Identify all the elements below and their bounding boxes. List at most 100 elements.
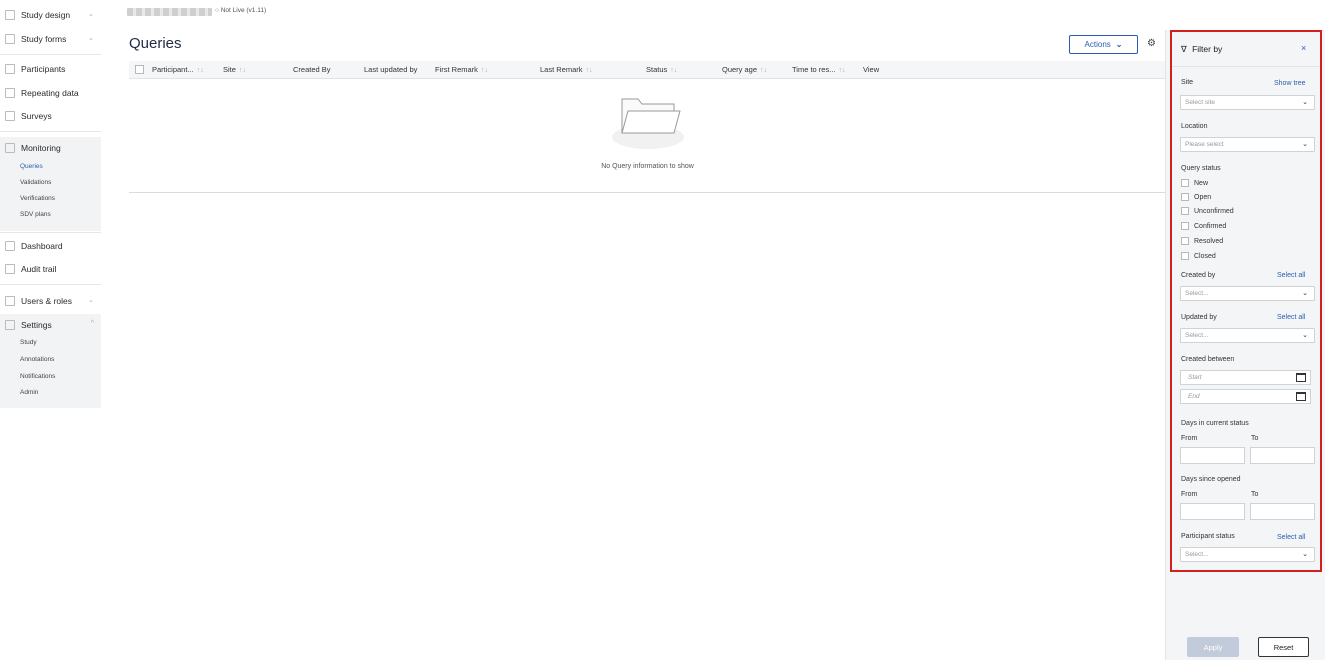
chevron-down-icon: ⌄ <box>1302 290 1308 297</box>
column-header-status[interactable]: Status ↑↓ <box>646 65 677 74</box>
sidebar-item-dashboard[interactable]: Dashboard <box>0 235 101 257</box>
status-option-closed[interactable]: Closed <box>1181 252 1216 260</box>
sidebar-subitem-verifications[interactable]: Verifications <box>20 195 55 202</box>
site-select-placeholder: Select site <box>1185 99 1215 106</box>
column-header-last-remark[interactable]: Last Remark ↑↓ <box>540 65 593 74</box>
chevron-down-icon: ⌄ <box>1115 40 1123 49</box>
checkbox[interactable] <box>1181 222 1189 230</box>
days-opened-to-input[interactable] <box>1250 503 1315 520</box>
start-date-input[interactable]: Start <box>1180 370 1311 385</box>
checkbox[interactable] <box>1181 193 1189 201</box>
days-opened-from-input[interactable] <box>1180 503 1245 520</box>
status-option-unconfirmed[interactable]: Unconfirmed <box>1181 207 1234 215</box>
column-header-view[interactable]: View <box>863 65 879 74</box>
column-label: Query age <box>722 65 758 74</box>
updated-by-select[interactable]: Select... ⌄ <box>1180 328 1315 343</box>
chevron-down-icon: ⌄ <box>88 297 94 304</box>
study-status: ○ Not Live (v1.11) <box>215 7 267 14</box>
participant-status-label: Participant status <box>1181 533 1235 540</box>
actions-label: Actions <box>1084 40 1111 49</box>
select-all-checkbox[interactable] <box>135 65 144 74</box>
sidebar-item-monitoring[interactable]: Monitoring <box>0 137 101 159</box>
days-current-from-input[interactable] <box>1180 447 1245 464</box>
sidebar-subitem-study[interactable]: Study <box>20 339 37 346</box>
sidebar-item-study-design[interactable]: Study design ⌄ <box>0 4 101 26</box>
sidebar-item-label: Settings <box>21 320 52 330</box>
sidebar-item-settings[interactable]: Settings ^ <box>0 314 101 336</box>
days-current-to-input[interactable] <box>1250 447 1315 464</box>
checkbox[interactable] <box>1181 207 1189 215</box>
checkbox[interactable] <box>1181 237 1189 245</box>
sidebar-item-users-roles[interactable]: Users & roles ⌄ <box>0 290 101 312</box>
reset-button[interactable]: Reset <box>1258 637 1309 657</box>
updated-by-select-all-link[interactable]: Select all <box>1277 314 1305 321</box>
dashboard-icon <box>5 241 15 251</box>
days-current-from-label: From <box>1181 435 1198 442</box>
query-status-label: Query status <box>1181 165 1221 172</box>
checkbox[interactable] <box>1181 179 1189 187</box>
column-header-time-to-resolve[interactable]: Time to res... ↑↓ <box>792 65 845 74</box>
checkbox[interactable] <box>1181 252 1189 260</box>
sidebar-subitem-annotations[interactable]: Annotations <box>20 356 54 363</box>
created-by-select[interactable]: Select... ⌄ <box>1180 286 1315 301</box>
sort-icon[interactable]: ↑↓ <box>586 67 593 74</box>
show-tree-link[interactable]: Show tree <box>1274 80 1306 87</box>
apply-button[interactable]: Apply <box>1187 637 1239 657</box>
sidebar-item-label: Participants <box>21 64 66 74</box>
sidebar-subitem-notifications[interactable]: Notifications <box>20 373 55 380</box>
sort-icon[interactable]: ↑↓ <box>760 67 767 74</box>
status-option-new[interactable]: New <box>1181 179 1208 187</box>
sort-icon[interactable]: ↑↓ <box>838 67 845 74</box>
sidebar-subitem-admin[interactable]: Admin <box>20 389 38 396</box>
sort-icon[interactable]: ↑↓ <box>670 67 677 74</box>
sidebar-item-audit-trail[interactable]: Audit trail <box>0 258 101 280</box>
sidebar-subitem-validations[interactable]: Validations <box>20 179 51 186</box>
column-label: Status <box>646 65 668 74</box>
audit-trail-icon <box>5 264 15 274</box>
gear-icon[interactable]: ⚙ <box>1147 38 1156 49</box>
column-header-last-updated-by[interactable]: Last updated by <box>364 65 417 74</box>
column-label: View <box>863 65 880 74</box>
column-header-site[interactable]: Site ↑↓ <box>223 65 246 74</box>
sidebar-subitem-sdv-plans[interactable]: SDV plans <box>20 211 51 218</box>
calendar-icon[interactable] <box>1296 373 1306 382</box>
sort-icon[interactable]: ↑↓ <box>239 67 246 74</box>
filter-title-text: Filter by <box>1192 44 1223 54</box>
end-date-input[interactable]: End <box>1180 389 1311 404</box>
sidebar-item-label: Audit trail <box>21 264 57 274</box>
sort-icon[interactable]: ↑↓ <box>481 67 488 74</box>
checkbox-label: Unconfirmed <box>1194 207 1234 215</box>
status-option-open[interactable]: Open <box>1181 193 1211 201</box>
column-label: Last updated by <box>364 65 418 74</box>
column-header-query-age[interactable]: Query age ↑↓ <box>722 65 767 74</box>
checkbox-label: Closed <box>1194 252 1216 260</box>
calendar-icon[interactable] <box>1296 392 1306 401</box>
days-opened-from-label: From <box>1181 491 1198 498</box>
sidebar-item-participants[interactable]: Participants <box>0 58 101 80</box>
sidebar-item-surveys[interactable]: Surveys <box>0 105 101 127</box>
column-label: Time to res... <box>792 65 836 74</box>
location-select-placeholder: Please select <box>1185 141 1224 148</box>
sidebar-subitem-queries[interactable]: Queries <box>20 163 43 170</box>
site-select[interactable]: Select site ⌄ <box>1180 95 1315 110</box>
participant-status-select[interactable]: Select... ⌄ <box>1180 547 1315 562</box>
created-by-select-all-link[interactable]: Select all <box>1277 272 1305 279</box>
days-current-to-label: To <box>1251 435 1259 442</box>
actions-button[interactable]: Actions ⌄ <box>1069 35 1138 54</box>
sidebar-item-repeating-data[interactable]: Repeating data <box>0 82 101 104</box>
days-opened-to-label: To <box>1251 491 1259 498</box>
sidebar-item-study-forms[interactable]: Study forms ⌄ <box>0 28 101 50</box>
chevron-down-icon: ⌄ <box>1302 141 1308 148</box>
location-select[interactable]: Please select ⌄ <box>1180 137 1315 152</box>
column-header-created-by[interactable]: Created By <box>293 65 331 74</box>
sort-icon[interactable]: ↑↓ <box>197 67 204 74</box>
site-label: Site <box>1181 79 1194 86</box>
column-header-first-remark[interactable]: First Remark ↑↓ <box>435 65 488 74</box>
created-by-label: Created by <box>1181 272 1216 279</box>
status-option-confirmed[interactable]: Confirmed <box>1181 222 1226 230</box>
column-header-participant[interactable]: Participant... ↑↓ <box>152 65 204 74</box>
participant-status-select-all-link[interactable]: Select all <box>1277 534 1305 541</box>
chevron-down-icon: ⌄ <box>88 11 94 18</box>
close-icon[interactable]: × <box>1301 43 1306 53</box>
status-option-resolved[interactable]: Resolved <box>1181 237 1223 245</box>
